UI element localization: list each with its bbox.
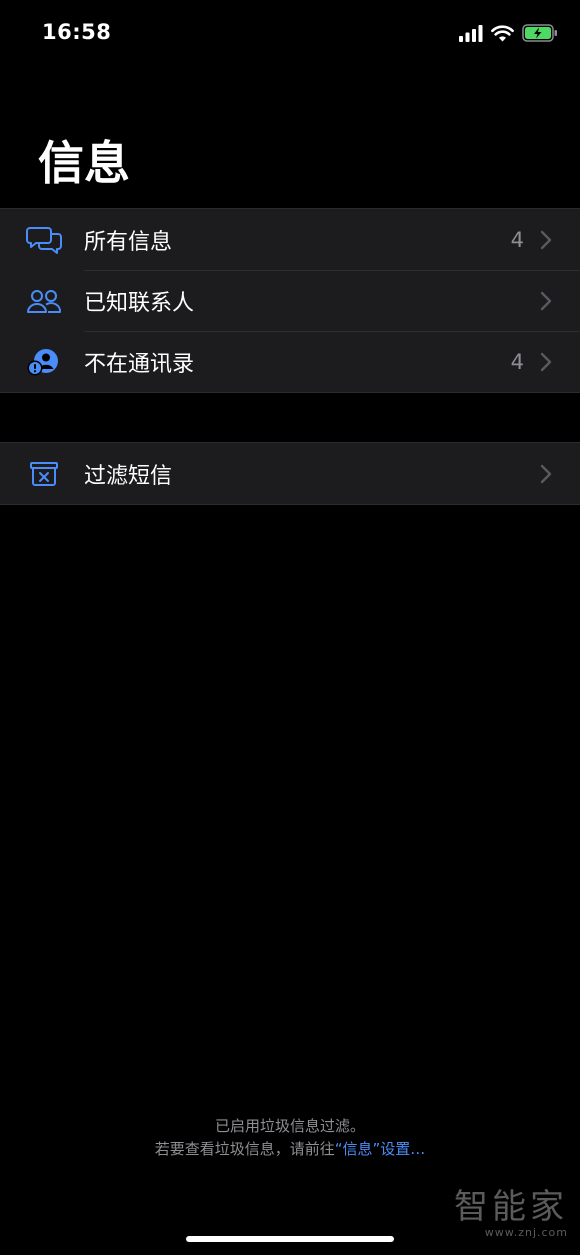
battery-charging-icon [522,24,558,46]
junk-filter-note: 已启用垃圾信息过滤。 若要查看垃圾信息，请前往“信息”设置… [0,1115,580,1161]
messages-settings-link[interactable]: “信息”设置… [335,1140,426,1158]
junk-filter-list: 过滤短信 [0,442,580,505]
status-bar: 16:58 [0,0,580,70]
junk-filter-note-line2: 若要查看垃圾信息，请前往“信息”设置… [0,1138,580,1161]
row-label-known-contacts: 已知联系人 [84,290,195,316]
junk-filter-note-prefix: 若要查看垃圾信息，请前往 [154,1140,335,1158]
page-title: 信息 [38,136,130,190]
row-label-all-messages: 所有信息 [84,229,173,255]
row-known-contacts[interactable]: 已知联系人 [0,270,580,331]
chevron-right-icon [540,352,552,372]
status-icons [459,24,558,46]
cellular-signal-icon [459,24,483,46]
row-unknown-senders[interactable]: 不在通讯录 4 [0,331,580,392]
watermark-url: www.znj.com [484,1226,568,1239]
row-all-messages[interactable]: 所有信息 4 [0,209,580,270]
watermark: 智能家 www.znj.com [454,1190,568,1239]
watermark-logo: 智能家 [454,1187,568,1227]
unknown-sender-icon [26,347,62,377]
row-junk-filter[interactable]: 过滤短信 [0,443,580,504]
junk-filter-icon [26,459,62,489]
chat-bubbles-icon [26,225,62,255]
row-label-junk-filter: 过滤短信 [84,463,173,489]
row-count-all-messages: 4 [510,227,524,252]
row-label-unknown-senders: 不在通讯录 [84,351,195,377]
contacts-icon [26,286,62,316]
home-indicator[interactable] [186,1236,394,1242]
junk-filter-note-line1: 已启用垃圾信息过滤。 [214,1117,365,1135]
message-filter-list: 所有信息 4 已知联系人 不在通讯录 4 [0,208,580,393]
chevron-right-icon [540,291,552,311]
chevron-right-icon [540,230,552,250]
wifi-icon [491,24,514,46]
status-time: 16:58 [42,20,112,44]
row-count-unknown-senders: 4 [510,349,524,374]
chevron-right-icon [540,464,552,484]
